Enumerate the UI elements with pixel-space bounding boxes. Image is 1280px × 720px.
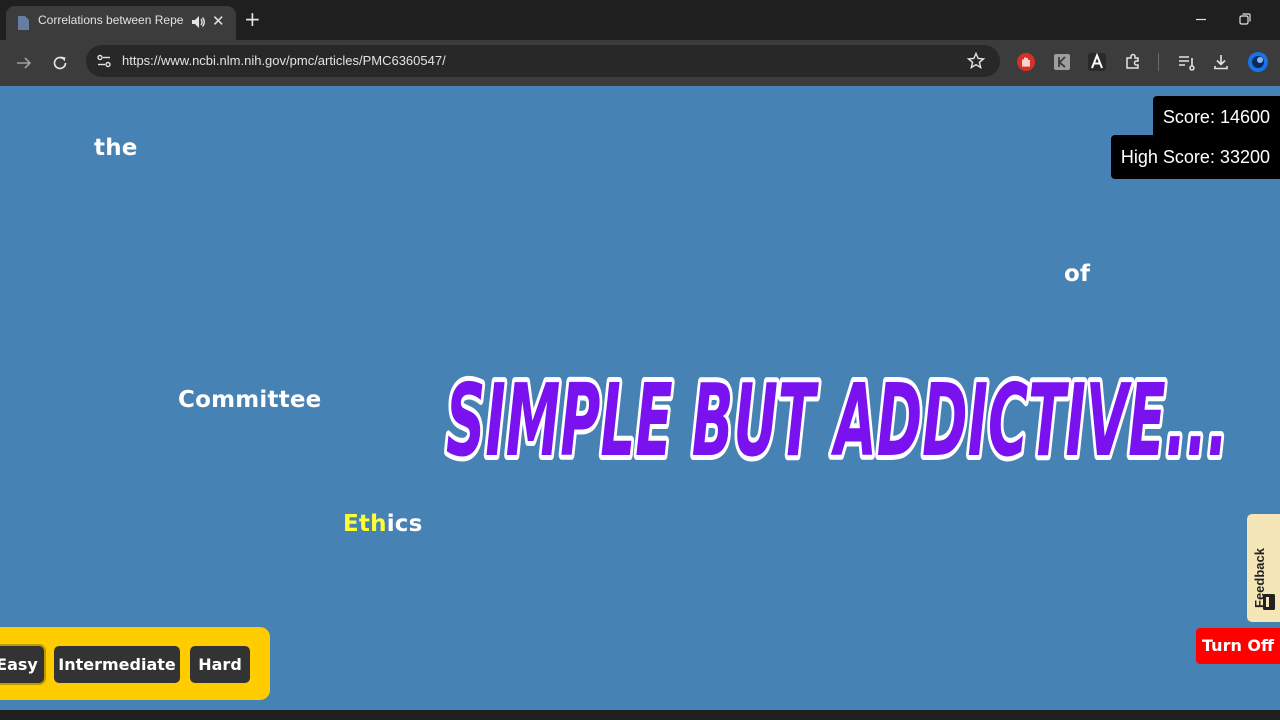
new-tab-button[interactable]: + [244,7,261,31]
toolbar-separator [1158,53,1159,71]
difficulty-panel: Easy Intermediate Hard [0,627,270,700]
star-icon[interactable] [966,51,986,71]
site-info-icon[interactable] [94,51,114,71]
falling-word: Committee [178,387,322,413]
intermediate-button[interactable]: Intermediate [54,646,180,683]
turn-off-button[interactable]: Turn Off [1196,628,1280,664]
score-display: Score: 14600 [1152,96,1280,138]
minimize-icon[interactable] [1192,10,1210,28]
falling-word: of [1064,261,1091,287]
hard-button[interactable]: Hard [190,646,250,683]
taskbar [0,710,1280,720]
easy-button[interactable]: Easy [0,646,44,683]
banner-text: SIMPLE BUT ADDICTIVE... [446,363,1228,473]
profile-avatar-icon[interactable] [1247,51,1269,73]
media-control-icon[interactable] [1176,52,1196,72]
speaker-icon[interactable] [190,14,206,30]
k-extension-icon[interactable] [1052,52,1072,72]
browser-toolbar: https://www.ncbi.nlm.nih.gov/pmc/article… [0,40,1280,86]
game-area[interactable]: the of Committee Ethics Score: 14600 Hig… [0,86,1280,710]
font-a-extension-icon[interactable] [1087,52,1107,72]
feedback-icon [1263,594,1275,610]
hand-stop-extension-icon[interactable] [1016,52,1036,72]
forward-arrow-icon[interactable] [14,53,34,73]
falling-word: Ethics [343,511,423,537]
close-tab-icon[interactable]: ✕ [212,11,225,31]
falling-word: the [94,135,138,161]
document-icon [18,16,29,30]
promo-banner: SIMPLE BUT ADDICTIVE... SIMPLE BUT ADDIC… [441,363,1233,473]
restore-icon[interactable] [1236,10,1254,28]
browser-tabstrip: Correlations between Repeat ✕ + [0,0,1280,40]
tab-title: Correlations between Repeat [38,13,184,27]
puzzle-extensions-icon[interactable] [1123,52,1143,72]
browser-tab-active[interactable]: Correlations between Repeat ✕ [6,6,236,40]
high-score-display: High Score: 33200 [1110,135,1280,179]
url-text: https://www.ncbi.nlm.nih.gov/pmc/article… [122,53,446,68]
feedback-tab[interactable]: Feedback [1247,514,1280,622]
address-bar[interactable]: https://www.ncbi.nlm.nih.gov/pmc/article… [86,45,1000,77]
download-icon[interactable] [1211,52,1231,72]
reload-icon[interactable] [50,53,70,73]
